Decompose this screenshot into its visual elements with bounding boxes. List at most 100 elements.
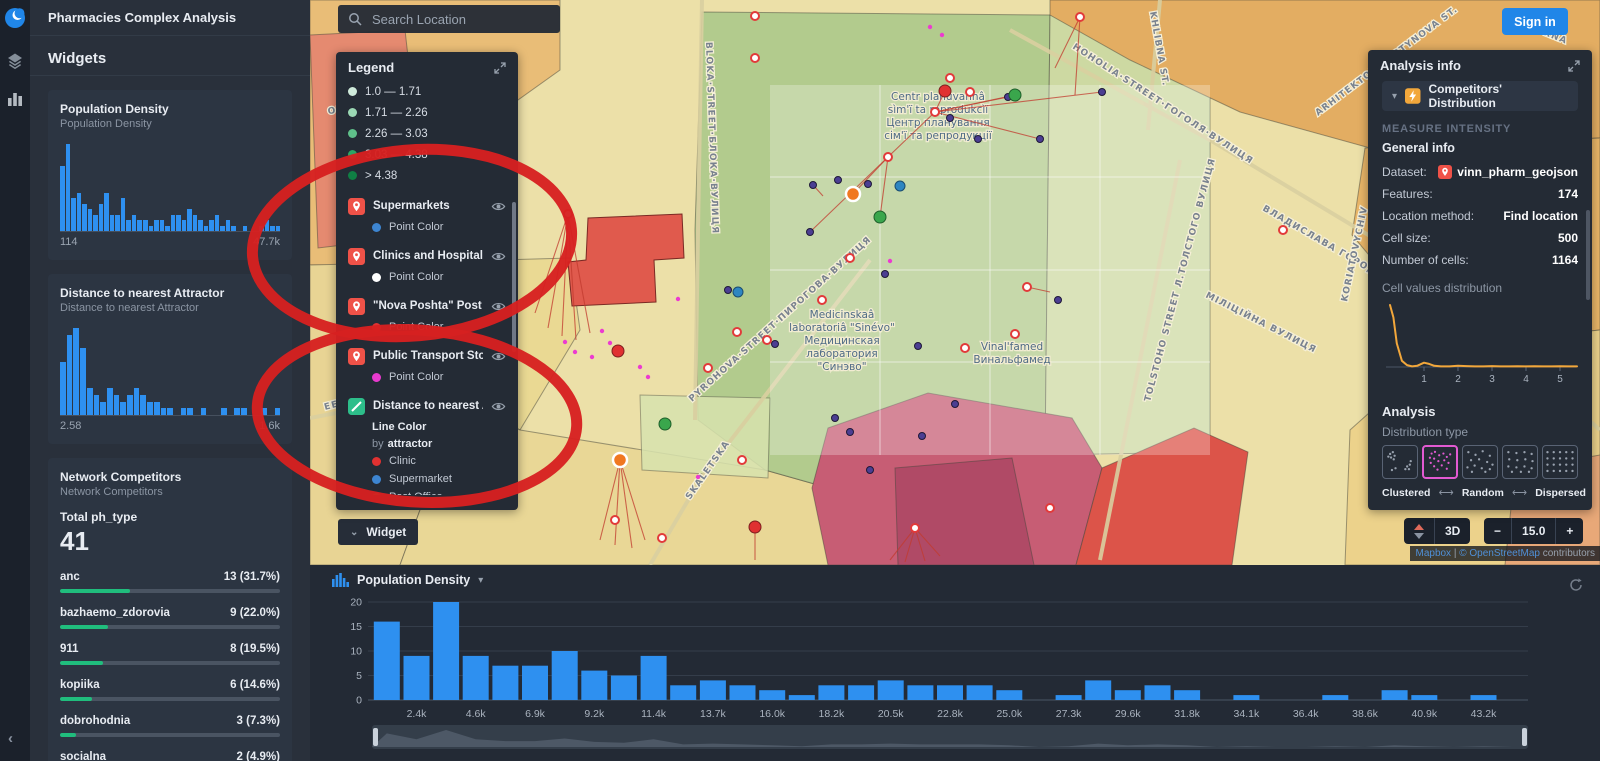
pharmacy-point[interactable] xyxy=(883,152,893,162)
zoom-out-button[interactable]: − xyxy=(1484,518,1511,544)
search-box[interactable] xyxy=(338,5,560,33)
population-density-mini-histogram[interactable] xyxy=(60,144,281,232)
mode-3d-button[interactable]: 3D xyxy=(1434,518,1470,544)
post-office-point[interactable] xyxy=(1008,88,1022,102)
pharmacy-point[interactable] xyxy=(657,533,667,543)
mapbox-link[interactable]: Mapbox xyxy=(1415,548,1451,559)
competitor-row[interactable]: 911 8 (19.5%) xyxy=(60,643,280,665)
selected-point[interactable] xyxy=(611,451,629,469)
analysis-selector[interactable]: ▾ Competitors' Distribution xyxy=(1382,81,1578,111)
magenta-point[interactable] xyxy=(637,364,643,370)
search-input[interactable] xyxy=(370,10,540,28)
magenta-point[interactable] xyxy=(695,474,701,480)
transport-stop-point[interactable] xyxy=(834,176,842,184)
network-competitors-widget[interactable]: Network Competitors Network Competitors … xyxy=(48,458,292,761)
app-logo-icon[interactable] xyxy=(4,7,26,29)
competitor-row[interactable]: kopiika 6 (14.6%) xyxy=(60,679,280,701)
magenta-point[interactable] xyxy=(607,340,613,346)
magenta-point[interactable] xyxy=(572,349,578,355)
pharmacy-point[interactable] xyxy=(910,523,920,533)
distance-mini-histogram[interactable] xyxy=(60,328,281,416)
transport-stop-point[interactable] xyxy=(881,270,889,278)
transport-stop-point[interactable] xyxy=(1098,88,1106,96)
distribution-option-selected[interactable] xyxy=(1421,445,1459,479)
eye-icon[interactable] xyxy=(491,249,506,264)
distribution-option-semi-dispersed[interactable] xyxy=(1502,445,1539,479)
magenta-point[interactable] xyxy=(927,24,933,30)
transport-stop-point[interactable] xyxy=(866,466,874,474)
transport-stop-point[interactable] xyxy=(724,286,732,294)
widget-toggle-button[interactable]: ⌄ Widget xyxy=(338,519,419,545)
collapse-icon[interactable] xyxy=(494,61,506,74)
transport-stop-point[interactable] xyxy=(1054,296,1062,304)
clinic-point[interactable] xyxy=(938,84,952,98)
distribution-option-dispersed[interactable] xyxy=(1542,445,1579,479)
eye-icon[interactable] xyxy=(491,349,506,364)
magenta-point[interactable] xyxy=(589,354,595,360)
legend-layer-row[interactable]: Supermarkets xyxy=(348,194,506,218)
clinic-point[interactable] xyxy=(748,520,762,534)
competitor-row[interactable]: dobrohodnia 3 (7.3%) xyxy=(60,715,280,737)
pharmacy-point[interactable] xyxy=(960,343,970,353)
tilt-control[interactable] xyxy=(1404,518,1434,544)
pharmacy-point[interactable] xyxy=(737,455,747,465)
competitor-row[interactable]: bazhaemo_zdorovia 9 (22.0%) xyxy=(60,607,280,629)
population-density-widget[interactable]: Population Density Population Density 11… xyxy=(48,90,292,260)
legend-layer-row[interactable]: Public Transport Stops xyxy=(348,344,506,368)
post-office-point[interactable] xyxy=(658,417,672,431)
pharmacy-point[interactable] xyxy=(762,335,772,345)
post-office-point[interactable] xyxy=(873,210,887,224)
layers-icon[interactable] xyxy=(6,52,24,70)
legend-layer-row[interactable]: Clinics and Hospitals xyxy=(348,244,506,268)
brush-handle-left[interactable] xyxy=(373,728,378,746)
transport-stop-point[interactable] xyxy=(974,135,982,143)
pharmacy-point[interactable] xyxy=(965,87,975,97)
supermarket-point[interactable] xyxy=(732,286,744,298)
pharmacy-point[interactable] xyxy=(563,209,573,219)
magenta-point[interactable] xyxy=(939,32,945,38)
clinic-point[interactable] xyxy=(611,344,625,358)
transport-stop-point[interactable] xyxy=(918,432,926,440)
transport-stop-point[interactable] xyxy=(846,428,854,436)
transport-stop-point[interactable] xyxy=(914,342,922,350)
sidebar-collapse-button[interactable]: ‹ xyxy=(8,730,13,747)
pharmacy-point[interactable] xyxy=(732,327,742,337)
eye-icon[interactable] xyxy=(491,199,506,214)
competitor-row[interactable]: socialna 2 (4.9%) xyxy=(60,751,280,761)
transport-stop-point[interactable] xyxy=(809,181,817,189)
pharmacy-point[interactable] xyxy=(1010,329,1020,339)
magenta-point[interactable] xyxy=(599,328,605,334)
supermarket-point[interactable] xyxy=(894,180,906,192)
transport-stop-point[interactable] xyxy=(946,114,954,122)
pharmacy-point[interactable] xyxy=(610,515,620,525)
pharmacy-point[interactable] xyxy=(930,107,940,117)
magenta-point[interactable] xyxy=(675,296,681,302)
distribution-option-clustered[interactable] xyxy=(1382,445,1418,479)
transport-stop-point[interactable] xyxy=(864,180,872,188)
transport-stop-point[interactable] xyxy=(1036,135,1044,143)
legend-layer-row[interactable]: "Nova Poshta" Post O... xyxy=(348,294,506,318)
sign-in-button[interactable]: Sign in xyxy=(1502,8,1568,35)
pharmacy-point[interactable] xyxy=(1022,282,1032,292)
eye-icon[interactable] xyxy=(491,399,506,414)
legend-layer-row[interactable]: Distance to nearest At... xyxy=(348,394,506,418)
transport-stop-point[interactable] xyxy=(831,414,839,422)
map-canvas[interactable]: BLOKA·STREET·БЛОКА·ВУЛИЦЯ PYROHOVA·STREET… xyxy=(310,0,1600,565)
pharmacy-point[interactable] xyxy=(750,11,760,21)
pharmacy-point[interactable] xyxy=(750,53,760,63)
distribution-option-random[interactable] xyxy=(1462,445,1499,479)
legend-scrollbar[interactable] xyxy=(512,202,516,352)
magenta-point[interactable] xyxy=(645,374,651,380)
magenta-point[interactable] xyxy=(887,258,893,264)
analysis-scrollbar[interactable] xyxy=(1586,210,1590,300)
pharmacy-point[interactable] xyxy=(817,295,827,305)
pharmacy-point[interactable] xyxy=(1045,503,1055,513)
magenta-point[interactable] xyxy=(562,339,568,345)
brush-handle-right[interactable] xyxy=(1522,728,1527,746)
pharmacy-point[interactable] xyxy=(845,253,855,263)
pharmacy-point[interactable] xyxy=(1278,225,1288,235)
competitor-row[interactable]: anc 13 (31.7%) xyxy=(60,571,280,593)
osm-link[interactable]: © OpenStreetMap xyxy=(1459,548,1540,559)
zoom-in-button[interactable]: + xyxy=(1555,518,1583,544)
pharmacy-point[interactable] xyxy=(945,73,955,83)
